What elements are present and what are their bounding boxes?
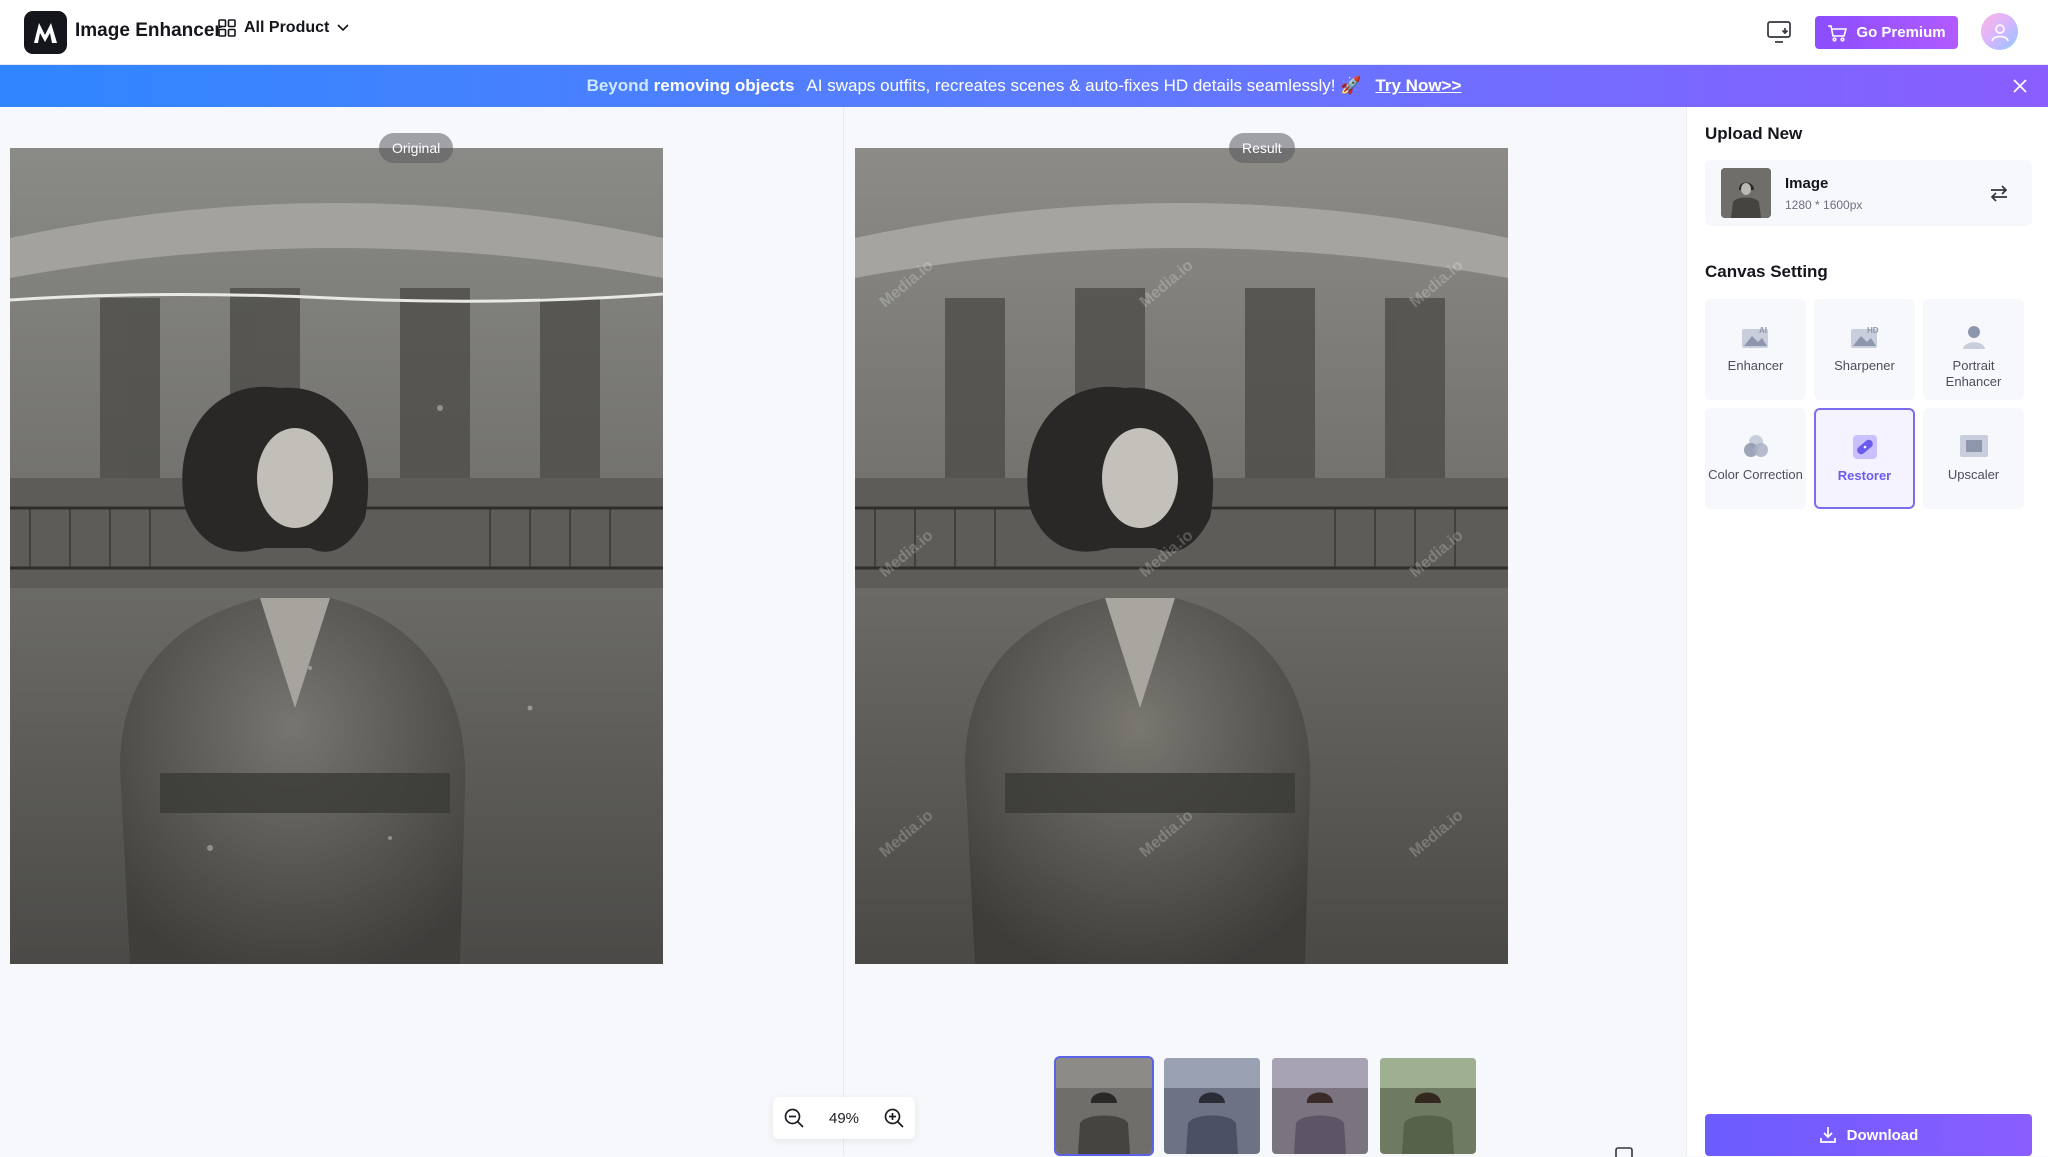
canvas-setting-title: Canvas Setting: [1705, 262, 1828, 281]
zoom-in-icon[interactable]: [883, 1107, 905, 1129]
download-button[interactable]: Download: [1705, 1114, 2032, 1156]
top-header: Image Enhancer All Product Go Premium: [0, 0, 2048, 65]
grid-icon: [218, 19, 236, 37]
thumbnail-grayscale[interactable]: [1054, 1056, 1154, 1156]
original-label: Original: [379, 133, 454, 163]
upload-new-title: Upload New: [1705, 124, 1803, 143]
settings-panel: Upload New Image 1280 * 1600px Canvas Se…: [1686, 107, 2048, 1156]
tool-restorer[interactable]: Restorer: [1814, 408, 1915, 509]
tool-label: Sharpener: [1834, 358, 1895, 373]
tool-label: Restorer: [1837, 468, 1892, 483]
avatar[interactable]: [1981, 13, 2018, 50]
upscale-icon: [1959, 435, 1988, 457]
download-label: Download: [1846, 1126, 1919, 1144]
bandage-icon: [1852, 435, 1877, 459]
media-io-logo-icon[interactable]: [24, 11, 67, 54]
tool-upscaler[interactable]: Upscaler: [1923, 408, 2024, 509]
banner-message: AI swaps outfits, recreates scenes & aut…: [806, 76, 1362, 95]
color-circles-icon: [1743, 435, 1768, 457]
uploaded-image-name: Image: [1785, 174, 1829, 192]
thumbnail-blue[interactable]: [1162, 1056, 1262, 1156]
tool-label: Upscaler: [1947, 467, 2000, 482]
tool-color-correction[interactable]: Color Correction: [1705, 408, 1806, 509]
monitor-download-icon[interactable]: [1766, 19, 1794, 45]
app-title[interactable]: Image Enhancer: [75, 20, 222, 42]
thumbnail-green[interactable]: [1378, 1056, 1478, 1156]
tool-grid: AI Enhancer HD Sharpener Portrait Enhanc…: [1705, 299, 2024, 509]
zoom-control: 49%: [773, 1097, 915, 1139]
replace-image-icon[interactable]: [1988, 182, 2010, 204]
zoom-value: 49%: [828, 1109, 860, 1127]
tool-label: Portrait Enhancer: [1945, 358, 2002, 389]
uploaded-image-card[interactable]: Image 1280 * 1600px: [1705, 160, 2032, 226]
ai-image-icon: AI: [1741, 326, 1768, 348]
all-product-label: All Product: [244, 19, 330, 36]
thumbnail-warm[interactable]: [1270, 1056, 1370, 1156]
portrait-icon: [1962, 326, 1985, 349]
promo-banner: Beyond removing objects AI swaps outfits…: [0, 65, 2048, 107]
uploaded-image-thumbnail: [1721, 168, 1771, 218]
svg-text:HD: HD: [1867, 326, 1879, 335]
banner-lead-rest: removing objects: [653, 76, 795, 95]
svg-text:AI: AI: [1759, 326, 1767, 335]
chevron-down-icon: [337, 24, 349, 32]
result-thumbnails: [1054, 1056, 1478, 1156]
canvas-divider: [843, 107, 844, 1156]
tool-label: Enhancer: [1727, 358, 1784, 373]
tool-enhancer[interactable]: AI Enhancer: [1705, 299, 1806, 400]
download-icon: [1819, 1127, 1836, 1143]
user-icon: [1990, 23, 2009, 41]
zoom-out-icon[interactable]: [783, 1107, 805, 1129]
uploaded-image-size: 1280 * 1600px: [1785, 197, 1863, 212]
try-now-link[interactable]: Try Now>>: [1375, 76, 1461, 96]
go-premium-button[interactable]: Go Premium: [1815, 16, 1958, 49]
result-label: Result: [1229, 133, 1295, 163]
tool-label: Color Correction: [1708, 467, 1803, 482]
hd-image-icon: HD: [1850, 326, 1879, 348]
result-image: Media.io Media.io Media.io Media.io Medi…: [855, 148, 1508, 964]
close-icon[interactable]: [2010, 76, 2030, 96]
go-premium-label: Go Premium: [1856, 24, 1946, 41]
tool-sharpener[interactable]: HD Sharpener: [1814, 299, 1915, 400]
all-product-menu[interactable]: All Product: [218, 19, 349, 37]
banner-lead: Beyond removing objects: [587, 76, 795, 96]
banner-lead-highlight: Beyond: [586, 76, 649, 95]
cart-icon: [1828, 24, 1848, 42]
original-image: [10, 148, 663, 964]
tool-portrait-enhancer[interactable]: Portrait Enhancer: [1923, 299, 2024, 400]
